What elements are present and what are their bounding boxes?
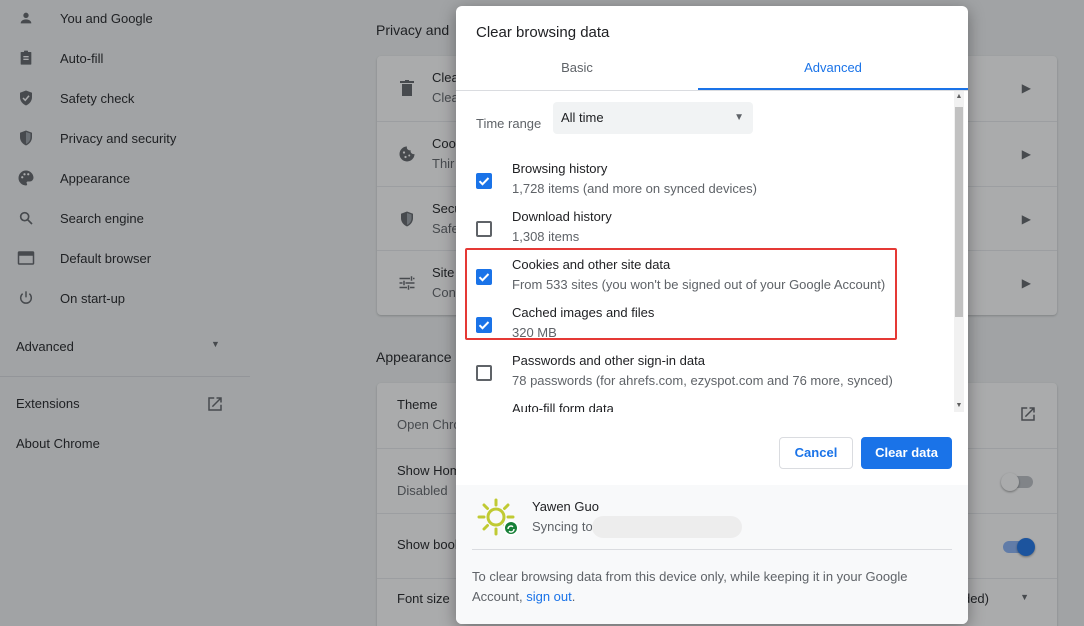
triangle-down-icon: ▼ bbox=[734, 112, 744, 123]
sign-out-link[interactable]: sign out bbox=[526, 589, 572, 604]
scroll-up-arrow-icon[interactable]: ▲ bbox=[954, 91, 964, 103]
option-passwords[interactable]: Passwords and other sign-in data 78 pass… bbox=[456, 353, 951, 401]
time-range-value: All time bbox=[561, 110, 604, 125]
option-title: Browsing history bbox=[512, 161, 608, 176]
cancel-button[interactable]: Cancel bbox=[779, 437, 853, 469]
footer-divider bbox=[472, 549, 952, 550]
option-title: Passwords and other sign-in data bbox=[512, 353, 705, 368]
options-scrollbar[interactable]: ▲ ▼ bbox=[954, 91, 964, 412]
option-title: Download history bbox=[512, 209, 612, 224]
option-subtitle: 1,308 items bbox=[512, 229, 580, 244]
redacted-email bbox=[592, 516, 742, 538]
download-history-checkbox[interactable] bbox=[476, 221, 492, 237]
sync-icon bbox=[503, 520, 519, 536]
dialog-tabs: Basic Advanced bbox=[456, 56, 968, 90]
option-title: Auto-fill form data bbox=[512, 401, 614, 412]
footer-end: . bbox=[571, 589, 576, 604]
option-subtitle: 78 passwords (for ahrefs.com, ezyspot.co… bbox=[512, 373, 893, 388]
scroll-down-arrow-icon[interactable]: ▼ bbox=[954, 400, 964, 412]
passwords-checkbox[interactable] bbox=[476, 365, 492, 381]
tab-label: Basic bbox=[561, 60, 593, 75]
clear-data-button[interactable]: Clear data bbox=[861, 437, 952, 469]
browsing-history-checkbox[interactable] bbox=[476, 173, 492, 189]
account-footer: Yawen Guo Syncing to To clear browsing d… bbox=[456, 485, 968, 624]
time-range-label: Time range bbox=[476, 116, 542, 131]
tab-advanced[interactable]: Advanced bbox=[698, 56, 968, 90]
tab-basic[interactable]: Basic bbox=[456, 56, 698, 90]
checkmark-icon bbox=[478, 177, 490, 186]
option-autofill[interactable]: Auto-fill form data bbox=[456, 401, 951, 412]
account-name: Yawen Guo bbox=[532, 499, 599, 514]
option-subtitle: 1,728 items (and more on synced devices) bbox=[512, 181, 757, 196]
annotation-highlight-box bbox=[465, 248, 897, 340]
option-browsing-history[interactable]: Browsing history 1,728 items (and more o… bbox=[456, 161, 951, 209]
account-sync-status: Syncing to bbox=[532, 519, 593, 534]
scrollbar-thumb[interactable] bbox=[955, 107, 963, 317]
dialog-title: Clear browsing data bbox=[476, 24, 610, 41]
time-range-select[interactable]: All time ▼ bbox=[553, 102, 753, 134]
footer-note: To clear browsing data from this device … bbox=[472, 567, 942, 607]
tab-label: Advanced bbox=[804, 60, 862, 75]
